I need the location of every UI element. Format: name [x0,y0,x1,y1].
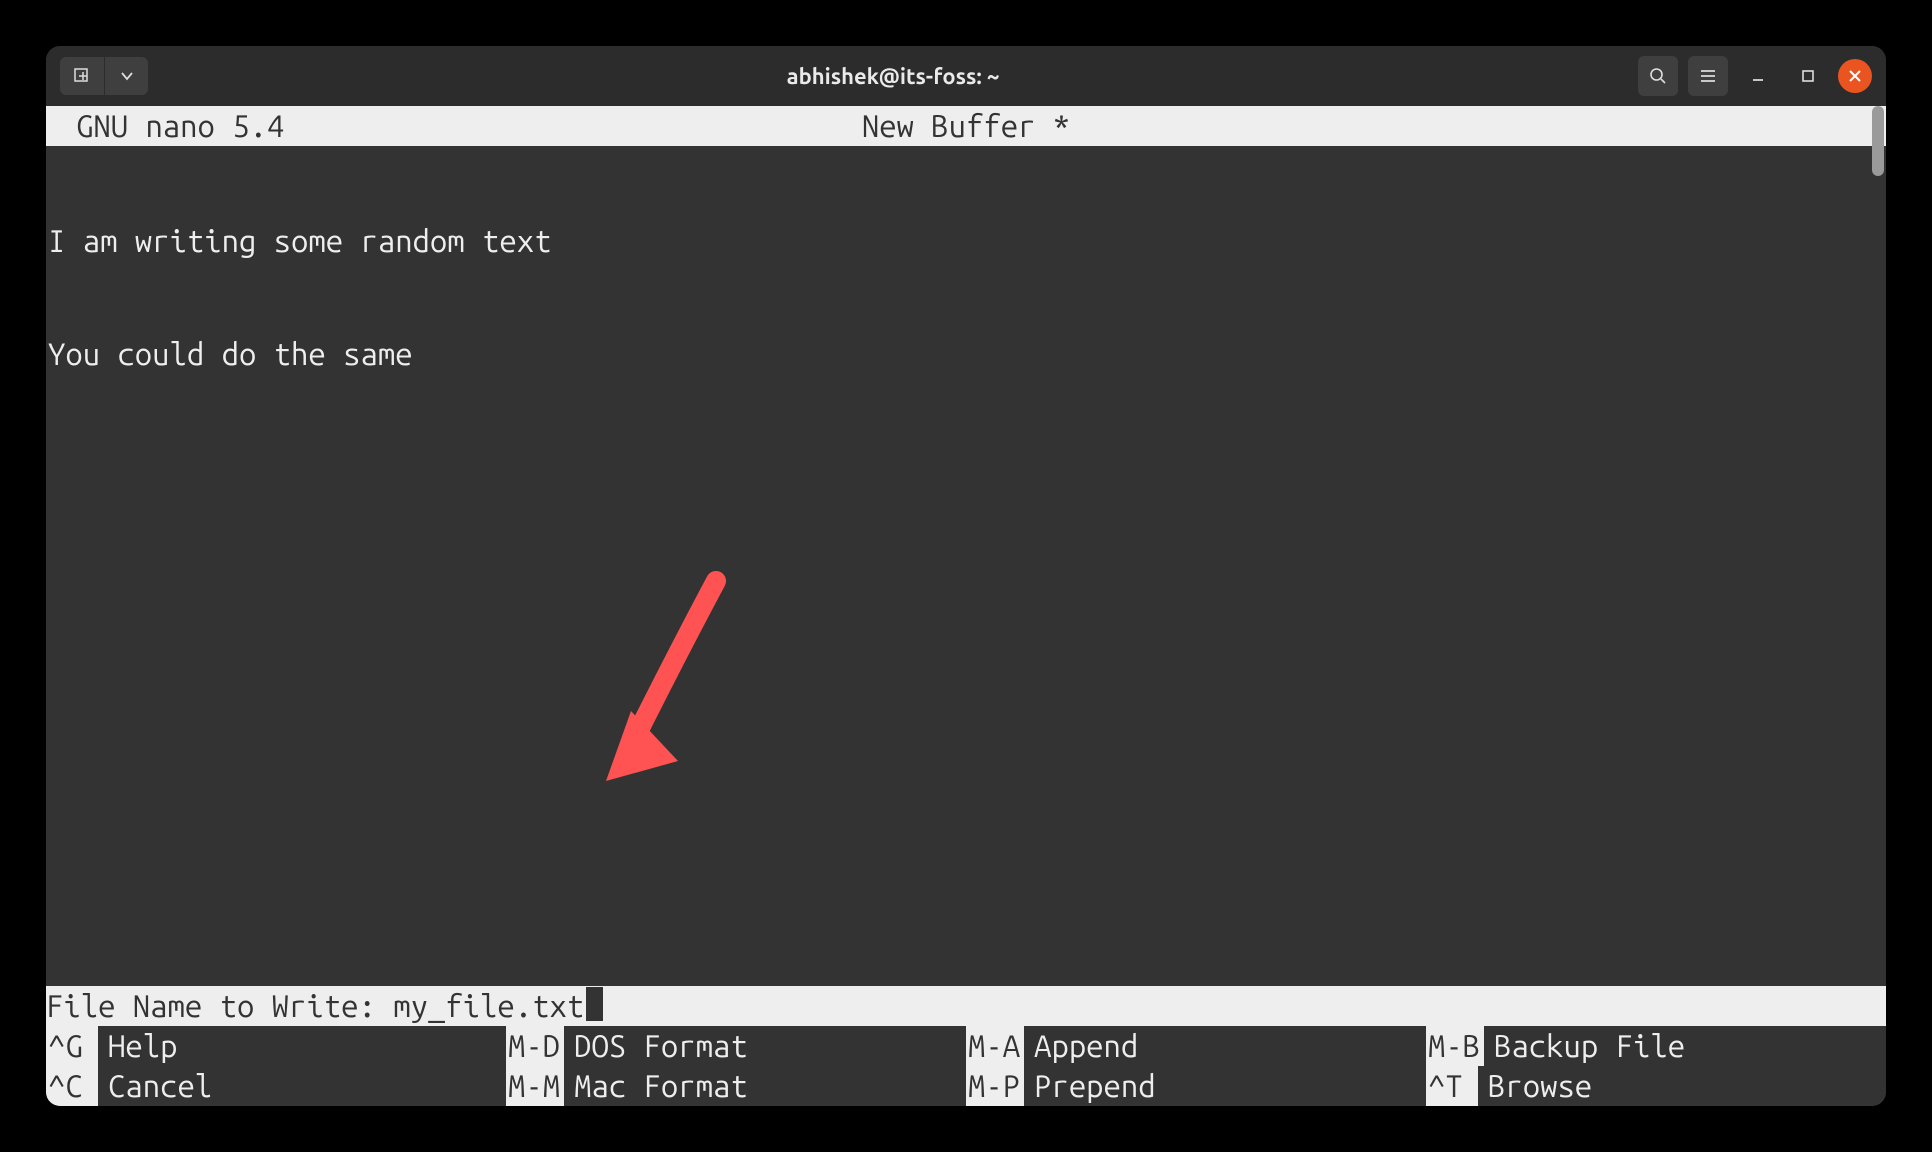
maximize-button[interactable] [1788,56,1828,96]
titlebar: abhishek@its-foss: ~ [46,46,1886,106]
shortcut-key: M-P [966,1066,1024,1106]
shortcut-key: M-M [506,1066,564,1106]
shortcut-label: Browse [1478,1067,1592,1105]
window-title: abhishek@its-foss: ~ [156,64,1630,89]
nano-title-bar: GNU nano 5.4 New Buffer * [46,106,1886,146]
search-icon [1648,66,1668,86]
titlebar-right [1638,56,1872,96]
shortcut-browse[interactable]: ^T Browse [1426,1066,1886,1106]
shortcut-key: ^C [46,1066,98,1106]
titlebar-left [60,57,148,95]
shortcut-label: DOS Format [564,1027,748,1065]
annotation-arrow-icon [586,566,746,796]
shortcut-mac-format[interactable]: M-M Mac Format [506,1066,966,1106]
shortcut-label: Mac Format [564,1067,748,1105]
nano-text-area[interactable]: I am writing some random text You could … [46,146,1886,986]
nano-save-prompt: File Name to Write: my_file.txt [46,986,1886,1026]
shortcut-prepend[interactable]: M-P Prepend [966,1066,1426,1106]
minimize-icon [1748,66,1768,86]
shortcut-label: Prepend [1024,1067,1156,1105]
text-cursor [586,987,603,1021]
nano-version: GNU nano 5.4 [76,107,284,145]
terminal-area[interactable]: GNU nano 5.4 New Buffer * I am writing s… [46,106,1886,1106]
shortcut-key: M-D [506,1026,564,1066]
new-tab-button[interactable] [60,57,104,95]
close-icon [1848,69,1862,83]
tab-menu-button[interactable] [104,57,148,95]
hamburger-menu-button[interactable] [1688,56,1728,96]
shortcut-key: ^G [46,1026,98,1066]
nano-buffer-name: New Buffer * [862,107,1070,145]
search-button[interactable] [1638,56,1678,96]
scrollbar-thumb[interactable] [1872,106,1884,176]
nano-shortcut-bar: ^G Help M-D DOS Format M-A Append M-B Ba… [46,1026,1886,1106]
text-line: You could do the same [48,335,1884,373]
hamburger-icon [1698,66,1718,86]
shortcut-label: Cancel [98,1067,212,1105]
text-line: I am writing some random text [48,222,1884,260]
shortcut-help[interactable]: ^G Help [46,1026,506,1066]
shortcut-label: Backup File [1484,1027,1685,1065]
shortcut-cancel[interactable]: ^C Cancel [46,1066,506,1106]
shortcut-key: M-B [1426,1026,1484,1066]
new-tab-icon [72,66,92,86]
shortcut-key: ^T [1426,1066,1478,1106]
maximize-icon [1799,67,1817,85]
shortcut-label: Help [98,1027,177,1065]
shortcut-append[interactable]: M-A Append [966,1026,1426,1066]
prompt-label: File Name to Write: [46,987,393,1025]
shortcut-dos-format[interactable]: M-D DOS Format [506,1026,966,1066]
nano-editor: GNU nano 5.4 New Buffer * I am writing s… [46,106,1886,1106]
scrollbar[interactable] [1870,106,1886,1106]
shortcut-label: Append [1024,1027,1138,1065]
close-button[interactable] [1838,59,1872,93]
filename-input[interactable]: my_file.txt [393,987,584,1025]
minimize-button[interactable] [1738,56,1778,96]
terminal-window: abhishek@its-foss: ~ [46,46,1886,1106]
new-tab-group [60,57,148,95]
shortcut-key: M-A [966,1026,1024,1066]
shortcut-backup-file[interactable]: M-B Backup File [1426,1026,1886,1066]
chevron-down-icon [120,69,134,83]
